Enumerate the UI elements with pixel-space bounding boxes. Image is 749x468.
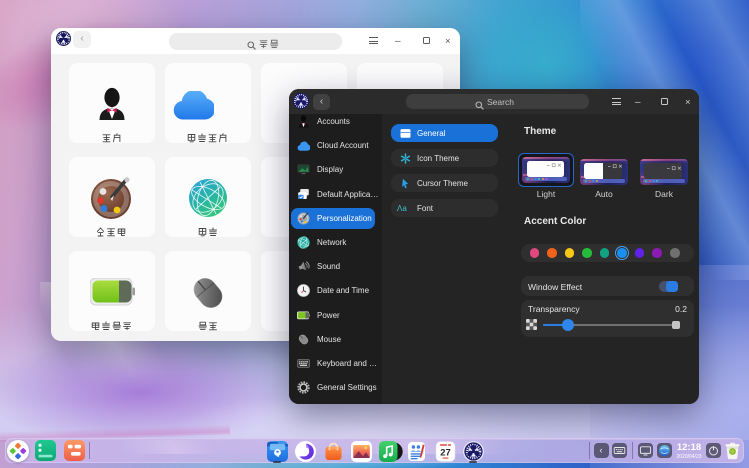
svg-text:27: 27	[440, 448, 451, 459]
